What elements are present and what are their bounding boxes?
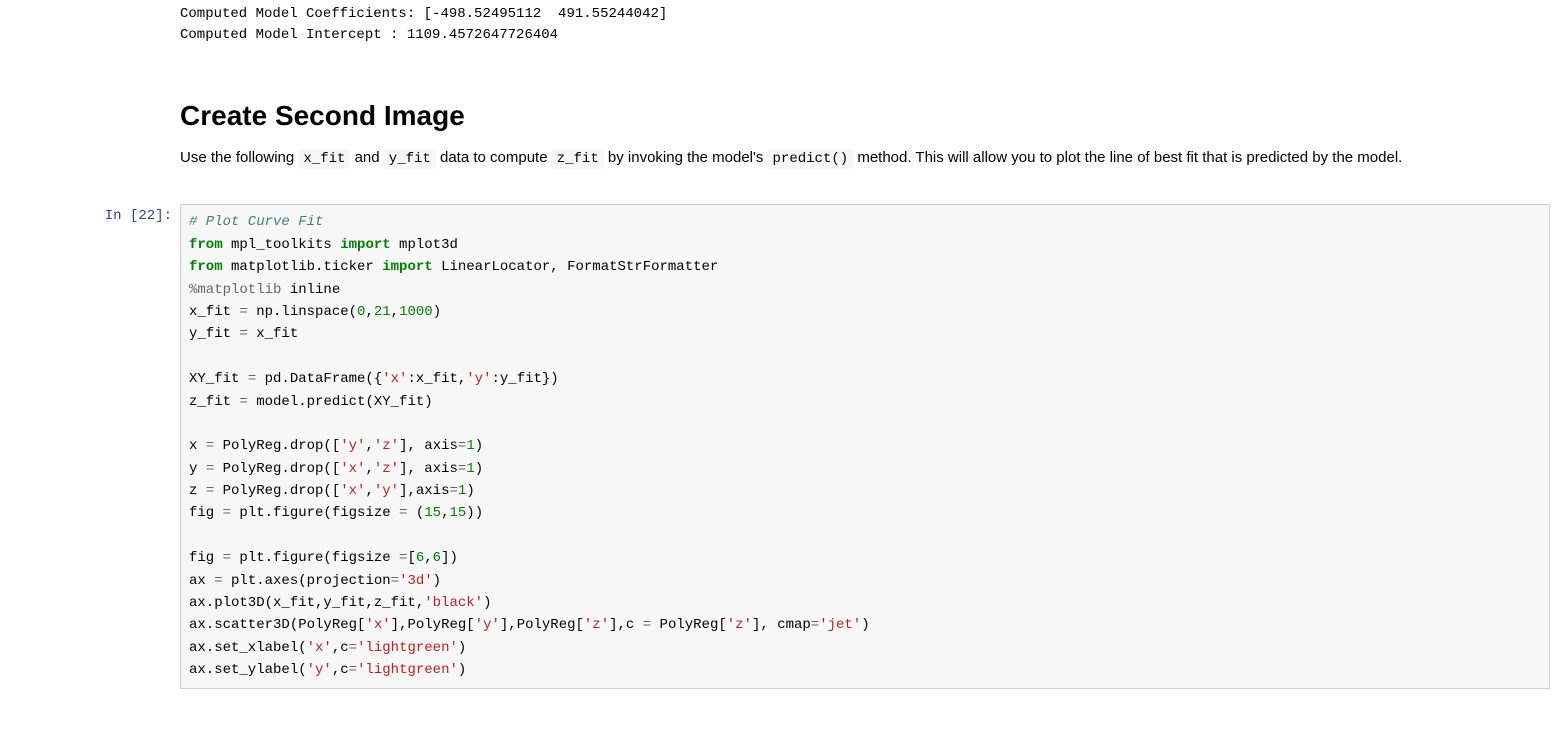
inline-code-yfit: y_fit [384, 149, 436, 169]
markdown-paragraph: Use the following x_fit and y_fit data t… [180, 146, 1550, 170]
output-cell-previous: Computed Model Coefficients: [-498.52495… [10, 0, 1561, 50]
code-cell-22: In [22]: # Plot Curve Fit from mpl_toolk… [10, 204, 1561, 688]
output-text: Computed Model Coefficients: [-498.52495… [180, 0, 1561, 50]
input-prompt: In [22]: [10, 204, 180, 688]
output-line-1: Computed Model Coefficients: [-498.52495… [180, 6, 667, 22]
inline-code-xfit: x_fit [298, 149, 350, 169]
output-line-2: Computed Model Intercept : 1109.45726477… [180, 27, 558, 43]
markdown-content[interactable]: Create Second Image Use the following x_… [180, 80, 1550, 190]
markdown-prompt-spacer [10, 80, 180, 190]
inline-code-predict: predict() [768, 149, 854, 169]
input-prompt-label: In [22]: [105, 208, 172, 224]
markdown-cell: Create Second Image Use the following x_… [10, 80, 1561, 190]
output-prompt-spacer [10, 0, 180, 50]
notebook-container: Computed Model Coefficients: [-498.52495… [0, 0, 1561, 689]
markdown-heading: Create Second Image [180, 100, 1550, 132]
inline-code-zfit: z_fit [552, 149, 604, 169]
code-input-area[interactable]: # Plot Curve Fit from mpl_toolkits impor… [180, 204, 1550, 688]
code-cell-wrapper: # Plot Curve Fit from mpl_toolkits impor… [180, 204, 1561, 688]
